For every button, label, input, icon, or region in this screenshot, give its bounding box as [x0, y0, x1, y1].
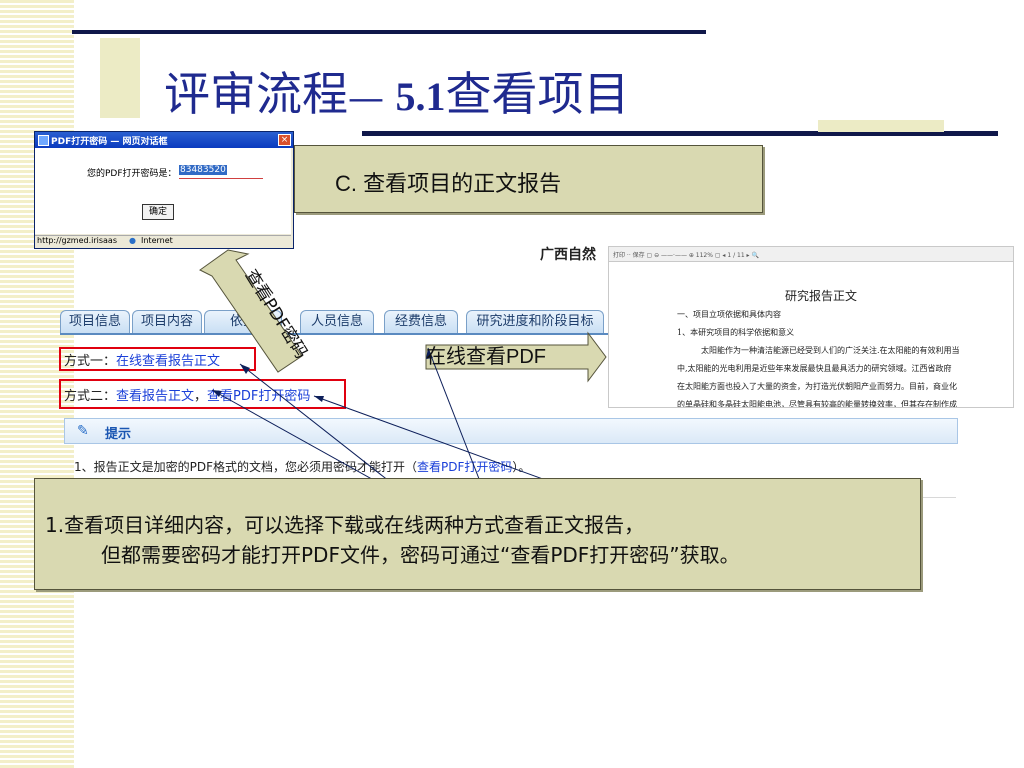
pointer-head — [240, 364, 250, 374]
online-pdf-label: 在线查看PDF — [426, 346, 546, 368]
note-line-1: 1.查看项目详细内容，可以选择下载或在线两种方式查看正文报告， — [45, 513, 645, 537]
pdf-password-arrow-label: 查看PDF密码 — [240, 266, 312, 363]
callout-note: 1.查看项目详细内容，可以选择下载或在线两种方式查看正文报告， 但都需要密码才能… — [34, 478, 921, 590]
annotation-arrows — [199, 249, 621, 508]
pointer-head — [314, 396, 324, 402]
pointer-head — [212, 390, 222, 397]
note-line-2: 但都需要密码才能打开PDF文件，密码可通过“查看PDF打开密码”获取。 — [101, 543, 740, 567]
